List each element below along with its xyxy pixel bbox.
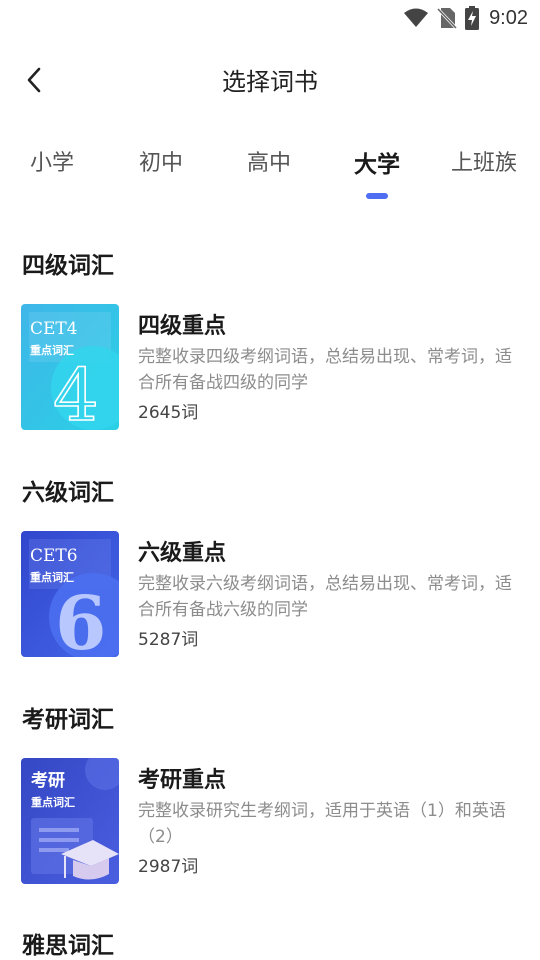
book-cover: 考研 重点词汇 [21,758,119,884]
status-icons: 9:02 [403,6,528,30]
active-tab-indicator [366,193,388,199]
section-title: 考研词汇 [22,707,114,733]
no-sim-icon [437,7,458,29]
book-description: 完整收录四级考纲词语，总结易出现、常考词，适合所有备战四级的同学 [138,347,512,393]
section-title: 四级词汇 [22,253,114,279]
section-title: 六级词汇 [22,480,114,506]
tab-primary-school[interactable]: 小学 [30,145,74,185]
book-item-cet4[interactable]: CET4 重点词汇 4 四级重点 完整收录四级考纲词语，总结易出现、常考词，适合… [0,304,540,430]
book-name: 六级重点 [138,541,227,566]
book-description: 完整收录六级考纲词语，总结易出现、常考词，适合所有备战六级的同学 [138,574,512,620]
book-word-count: 2987词 [138,857,199,877]
cover-numeral: 6 [55,581,107,657]
wifi-icon [404,8,429,27]
tab-office-worker[interactable]: 上班族 [451,145,517,185]
tab-label: 高中 [247,151,292,176]
book-name: 考研重点 [138,768,227,793]
status-time: 9:02 [489,6,528,29]
cover-title: CET6 [30,546,78,566]
book-cover: CET6 重点词汇 6 [21,531,119,657]
page-title: 选择词书 [222,68,318,96]
tab-university[interactable]: 大学 [354,145,400,199]
book-word-count: 2645词 [138,403,199,423]
tab-label: 大学 [354,152,400,178]
tab-label: 初中 [139,151,184,176]
tab-label: 上班族 [451,151,518,176]
cet6-cover-art: CET6 重点词汇 6 [21,531,119,657]
tab-junior-high[interactable]: 初中 [139,145,183,185]
status-bar: 9:02 [0,0,540,36]
cover-subtitle: 重点词汇 [31,795,75,809]
nav-bar: 选择词书 [0,50,540,110]
cover-title: CET4 [30,319,78,339]
book-name: 四级重点 [138,314,227,339]
book-description: 完整收录研究生考纲词，适用于英语（1）和英语（2） [138,801,506,847]
book-word-count: 5287词 [138,630,199,650]
book-item-cet6[interactable]: CET6 重点词汇 6 六级重点 完整收录六级考纲词语，总结易出现、常考词，适合… [0,531,540,657]
section-title: 雅思词汇 [22,933,114,959]
cover-title: 考研 [30,770,65,791]
book-cover: CET4 重点词汇 4 [21,304,119,430]
tab-senior-high[interactable]: 高中 [247,145,291,185]
category-tabs: 小学 初中 高中 大学 上班族 [0,145,540,205]
cover-numeral: 4 [53,353,99,430]
book-item-kaoyan[interactable]: 考研 重点词汇 考研重点 完整收录研究生考纲词，适用于英语（1）和英语（2） 2… [0,758,540,884]
tab-label: 小学 [30,151,75,176]
battery-charging-icon [465,6,480,30]
kaoyan-cover-art: 考研 重点词汇 [21,758,119,884]
cet4-cover-art: CET4 重点词汇 4 [21,304,119,430]
